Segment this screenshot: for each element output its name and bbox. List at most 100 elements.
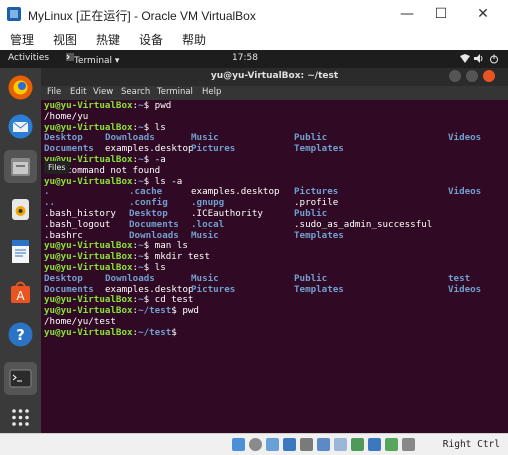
directory-entry: test — [448, 272, 471, 284]
mouse-integration-icon[interactable] — [385, 438, 398, 451]
display-status-icon[interactable] — [334, 438, 347, 451]
terminal-menu-bar: File Edit View Search Terminal Help — [41, 86, 508, 100]
prompt-user: yu@yu-VirtualBox — [44, 251, 133, 263]
command-text: $ pwd — [171, 305, 199, 317]
menu-hotkeys[interactable]: 热键 — [96, 31, 120, 48]
activities-button[interactable]: Activities — [8, 53, 49, 63]
show-applications-icon[interactable] — [4, 401, 37, 433]
output-text: /home/yu — [44, 110, 89, 122]
firefox-icon[interactable] — [4, 71, 37, 104]
directory-entry: Downloads — [105, 272, 155, 284]
command-text: $ ls -a — [143, 175, 183, 187]
terminal-line: yu@yu-VirtualBox:~/test$ — [44, 326, 506, 339]
prompt-user: yu@yu-VirtualBox — [44, 100, 133, 111]
command-text: $ ls — [143, 121, 166, 133]
terminal-line: . .cache examples.desktop Pictures Videos — [44, 187, 506, 198]
optical-drive-status-icon[interactable] — [249, 438, 262, 451]
menu-view[interactable]: 视图 — [53, 31, 77, 48]
terminal-menu-edit[interactable]: Edit — [70, 87, 86, 97]
network-icon[interactable] — [460, 54, 470, 66]
terminal-menu-file[interactable]: File — [47, 87, 61, 97]
prompt-user: yu@yu-VirtualBox — [44, 261, 133, 273]
directory-entry: Videos — [448, 132, 482, 144]
file-entry: .sudo_as_admin_successful — [294, 218, 433, 230]
clock[interactable]: 17:58 — [232, 53, 258, 63]
command-text: $ cd test — [143, 294, 194, 306]
libreoffice-writer-icon[interactable] — [4, 235, 37, 268]
directory-entry: Videos — [448, 186, 482, 198]
host-title-bar[interactable]: MyLinux [正在运行] - Oracle VM VirtualBox — … — [0, 0, 508, 28]
host-key-label: Right Ctrl — [442, 439, 500, 450]
virtualbox-icon — [7, 7, 21, 21]
shared-folders-status-icon[interactable] — [317, 438, 330, 451]
help-icon[interactable]: ? — [4, 318, 37, 351]
host-menu-bar: 管理 视图 热键 设备 帮助 — [0, 28, 508, 50]
terminal-menu-search[interactable]: Search — [121, 87, 150, 97]
keyboard-status-icon[interactable] — [402, 438, 415, 451]
directory-entry: Pictures — [191, 143, 236, 155]
files-icon[interactable] — [4, 150, 37, 183]
terminal-line: yu@yu-VirtualBox:~$ pwd — [44, 100, 506, 112]
close-button[interactable]: ✕ — [474, 5, 492, 23]
directory-entry: Templates — [294, 283, 344, 295]
directory-entry: Documents — [129, 218, 179, 230]
terminal-output[interactable]: yu@yu-VirtualBox:~$ pwd/home/yu yu@yu-Vir… — [44, 100, 506, 339]
vm-screen[interactable]: Activities Terminal ▾ 17:58 A ? Files yu… — [0, 50, 508, 433]
directory-entry: Music — [191, 272, 219, 284]
minimize-button[interactable]: — — [398, 5, 416, 23]
audio-status-icon[interactable] — [266, 438, 279, 451]
prompt-user: yu@yu-VirtualBox — [44, 305, 133, 317]
command-text: $ — [171, 326, 177, 338]
thunderbird-icon[interactable] — [4, 110, 37, 143]
terminal-small-icon — [66, 53, 74, 61]
menu-devices[interactable]: 设备 — [139, 31, 163, 48]
terminal-icon[interactable] — [4, 362, 37, 395]
terminal-app-label: Terminal ▾ — [74, 56, 120, 66]
menu-manage[interactable]: 管理 — [10, 31, 34, 48]
recording-status-icon[interactable] — [351, 438, 364, 451]
terminal-app-menu[interactable]: Terminal ▾ — [66, 53, 119, 66]
cpu-status-icon[interactable] — [368, 438, 381, 451]
file-entry: .bash_logout — [44, 218, 111, 230]
maximize-button[interactable]: ☐ — [432, 5, 450, 23]
command-text: $ -a — [143, 153, 166, 165]
usb-status-icon[interactable] — [300, 438, 313, 451]
terminal-maximize-button[interactable] — [466, 70, 478, 82]
ubuntu-dock: A ? — [0, 68, 41, 433]
svg-text:?: ? — [16, 326, 25, 344]
window-title: MyLinux [正在运行] - Oracle VM VirtualBox — [28, 9, 256, 23]
terminal-menu-help[interactable]: Help — [202, 87, 221, 97]
prompt-user: yu@yu-VirtualBox — [44, 326, 133, 338]
rhythmbox-icon[interactable] — [4, 193, 37, 226]
prompt-path: ~/test — [138, 305, 172, 317]
terminal-title-bar[interactable]: yu@yu-VirtualBox: ~/test — [41, 68, 508, 86]
volume-icon[interactable] — [474, 54, 484, 66]
command-text: $ man ls — [143, 240, 188, 252]
command-text: $ ls — [143, 261, 166, 273]
terminal-menu-view[interactable]: View — [93, 87, 113, 97]
terminal-minimize-button[interactable] — [449, 70, 461, 82]
terminal-window[interactable]: yu@yu-VirtualBox: ~/test File Edit View … — [41, 68, 508, 433]
power-icon[interactable] — [489, 54, 499, 67]
directory-entry: Templates — [294, 229, 344, 241]
directory-entry: Desktop — [44, 272, 83, 284]
software-center-icon[interactable]: A — [4, 276, 37, 309]
directory-entry: Pictures — [191, 283, 236, 295]
command-text: $ mkdir test — [143, 251, 210, 263]
prompt-user: yu@yu-VirtualBox — [44, 175, 133, 187]
directory-entry: .local — [191, 218, 225, 230]
prompt-user: yu@yu-VirtualBox — [44, 121, 133, 133]
menu-help[interactable]: 帮助 — [182, 31, 206, 48]
directory-entry: Music — [191, 229, 219, 241]
terminal-menu-terminal[interactable]: Terminal — [157, 87, 193, 97]
terminal-close-button[interactable] — [483, 70, 495, 82]
svg-text:A: A — [16, 289, 25, 303]
terminal-line: .bash_history Desktop .ICEauthority Public — [44, 208, 506, 220]
hard-disk-status-icon[interactable] — [232, 438, 245, 451]
directory-entry: Templates — [294, 143, 344, 155]
prompt-user: yu@yu-VirtualBox — [44, 240, 133, 252]
network-status-icon[interactable] — [283, 438, 296, 451]
terminal-title: yu@yu-VirtualBox: ~/test — [210, 71, 339, 81]
gnome-top-bar: Activities Terminal ▾ 17:58 — [0, 50, 508, 68]
vm-status-bar: Right Ctrl — [0, 433, 508, 455]
